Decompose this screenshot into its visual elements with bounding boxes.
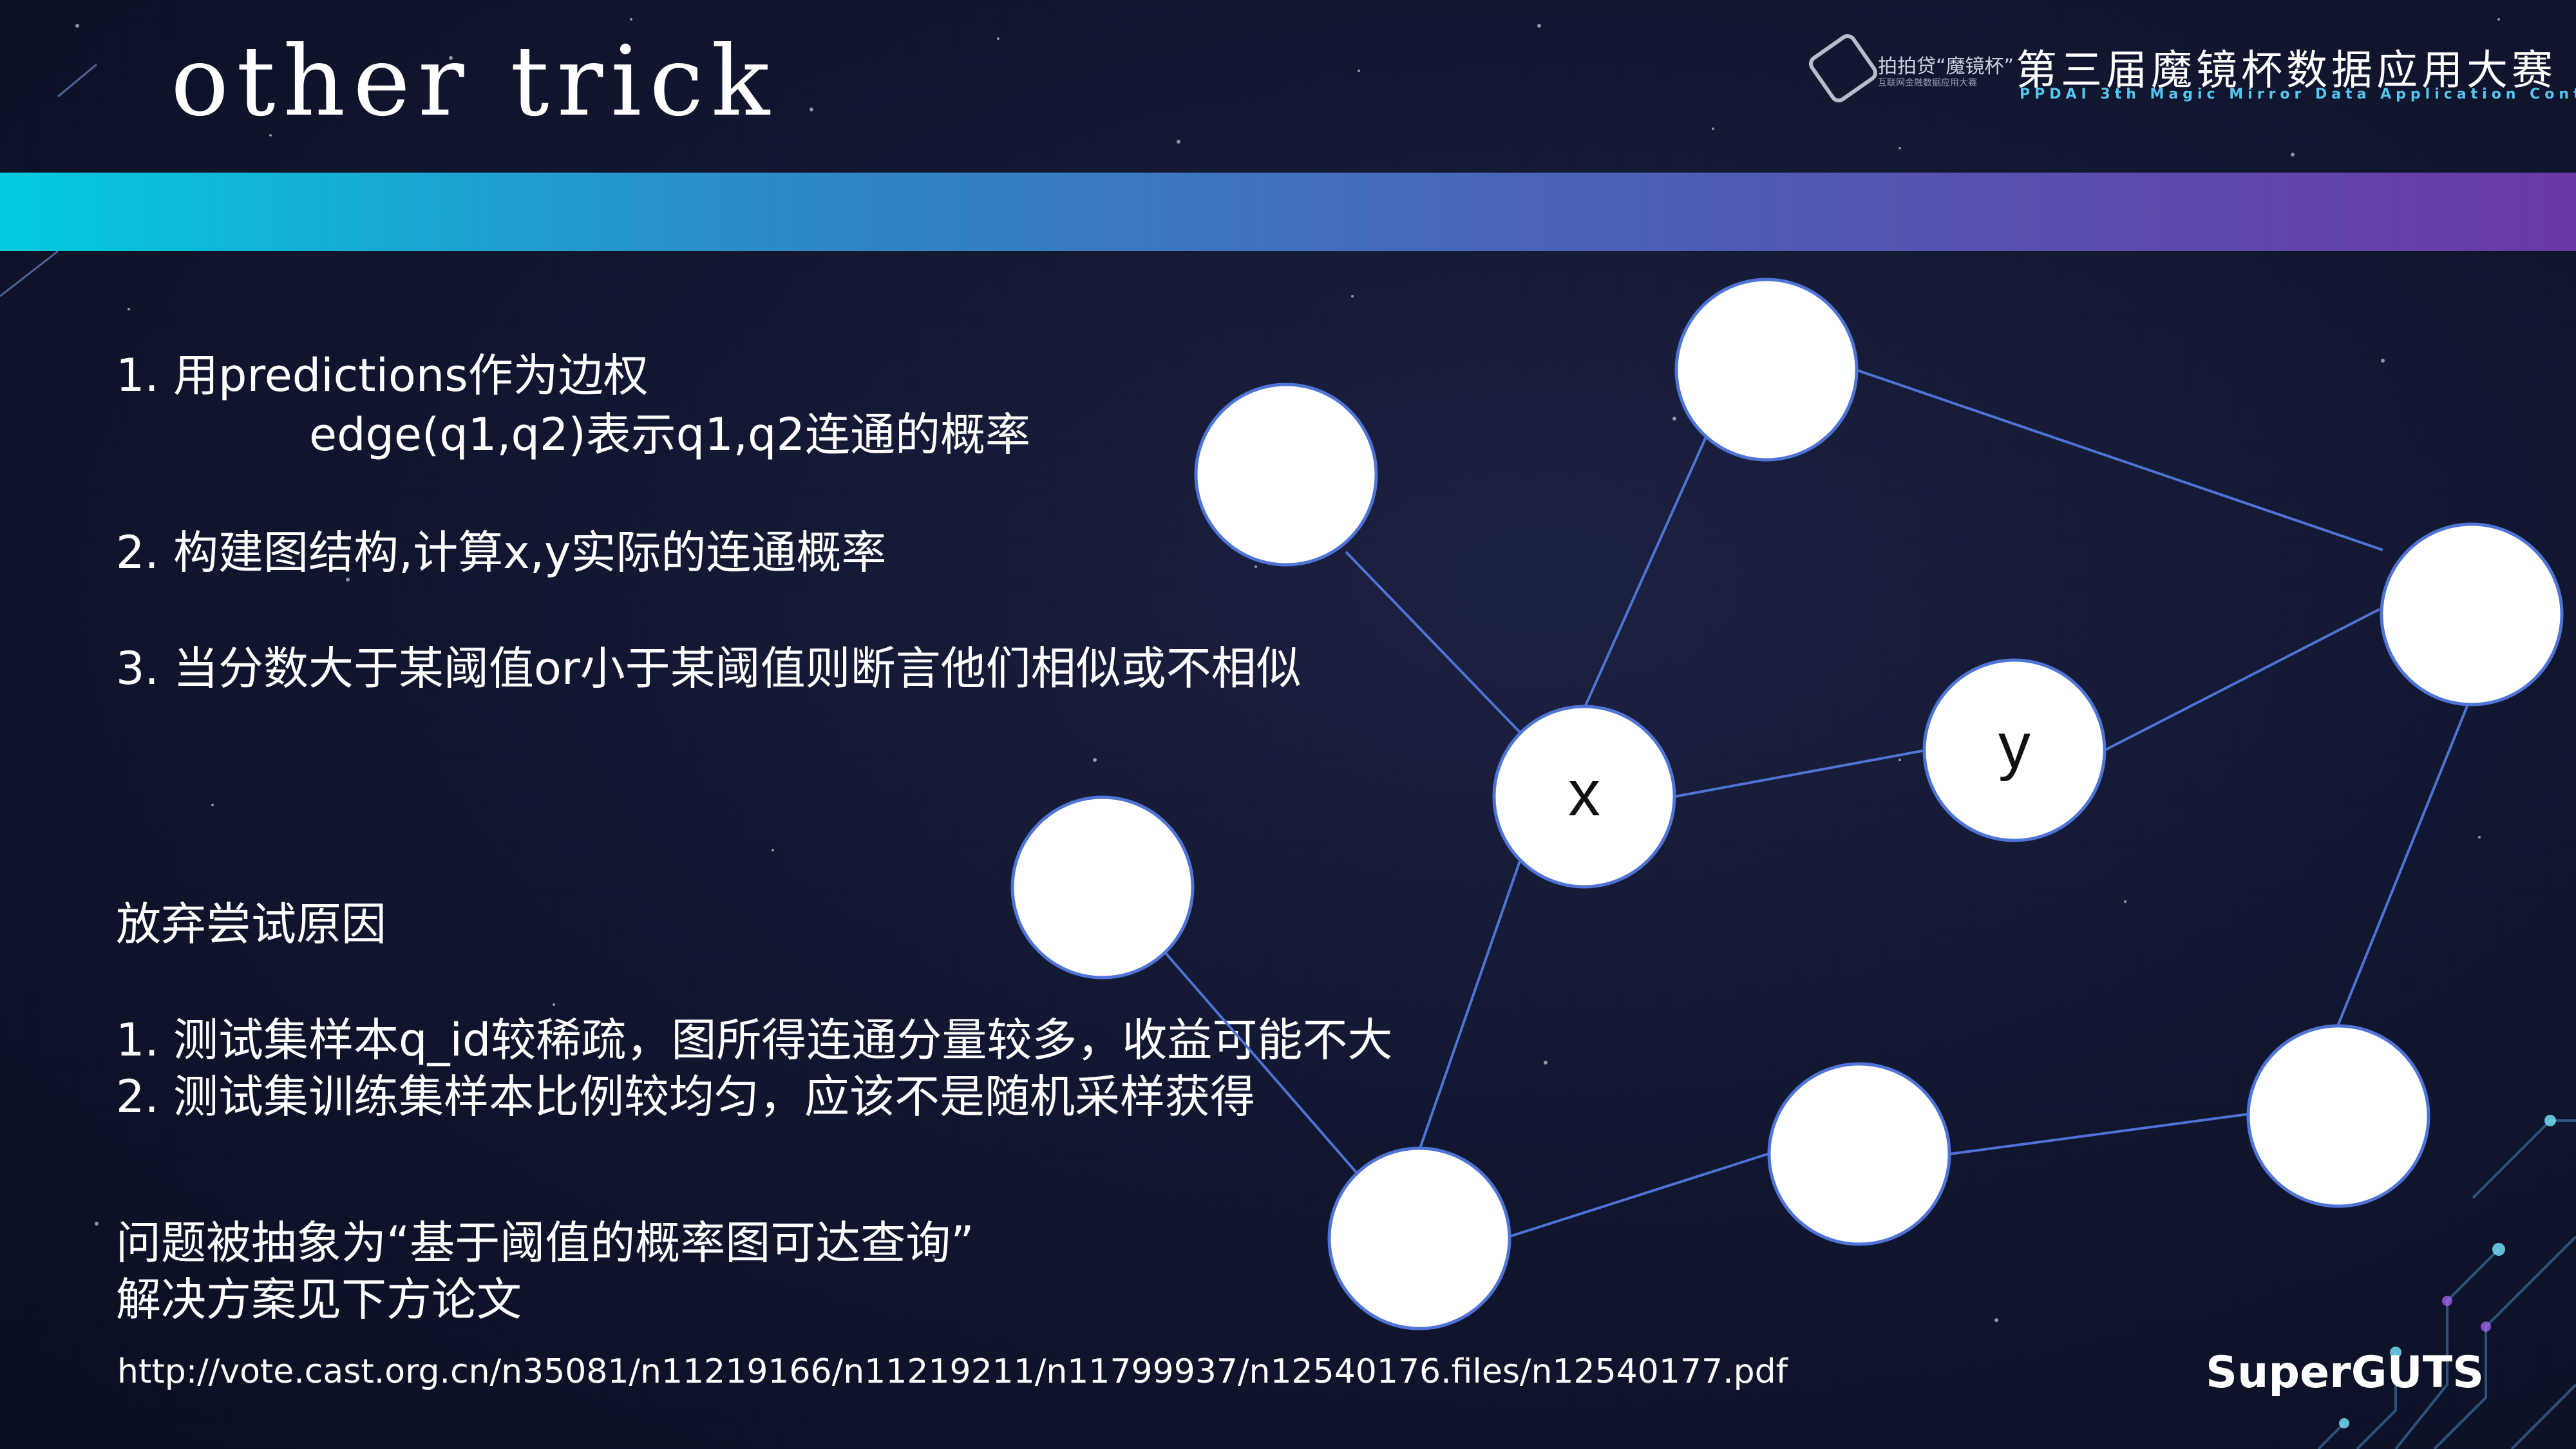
- graph-edge: [1509, 1151, 1772, 1238]
- graph-node: [2246, 1024, 2430, 1208]
- graph-edge: [1164, 952, 1360, 1177]
- graph-edge: [1419, 860, 1521, 1149]
- graph-edge: [2336, 704, 2469, 1027]
- graph-edge: [1345, 551, 1521, 734]
- graph-node: [1767, 1062, 1951, 1246]
- graph-node: [2380, 522, 2564, 706]
- graph-edge: [1674, 749, 1926, 798]
- node-label-y: y: [1998, 710, 2031, 782]
- graph-node: [1010, 795, 1195, 980]
- graph-edge: [1855, 368, 2383, 551]
- probability-graph: x y: [1010, 278, 2564, 1331]
- graph-edge: [1583, 432, 1709, 709]
- graph-node: [1327, 1146, 1511, 1331]
- graph-edge: [1949, 1113, 2249, 1155]
- node-label-x: x: [1568, 757, 1600, 829]
- graph-node: [1674, 278, 1859, 462]
- graph-edge: [2104, 608, 2380, 752]
- graph-node: [1194, 383, 1378, 567]
